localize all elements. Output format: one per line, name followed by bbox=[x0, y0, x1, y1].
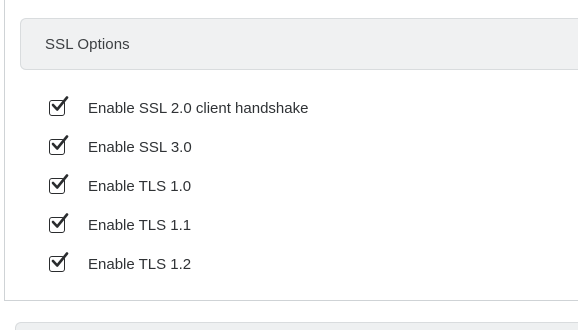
panel-header: SSL Options bbox=[20, 18, 578, 70]
next-panel-header-edge bbox=[15, 322, 578, 330]
option-ssl-3-0[interactable]: Enable SSL 3.0 bbox=[49, 135, 308, 157]
checkmark-icon bbox=[51, 96, 69, 111]
option-label: Enable TLS 1.2 bbox=[88, 255, 192, 273]
checkbox-tls-1-0[interactable] bbox=[49, 174, 69, 194]
checkmark-icon bbox=[51, 174, 69, 189]
ssl-options-list: Enable SSL 2.0 client handshake Enable S… bbox=[49, 96, 309, 293]
checkmark-icon bbox=[51, 252, 69, 267]
checkmark-icon bbox=[51, 135, 69, 150]
checkbox-ssl-2-0-client-handshake[interactable] bbox=[49, 96, 69, 116]
checkbox-tls-1-2[interactable] bbox=[49, 252, 69, 272]
option-tls-1-0[interactable]: Enable TLS 1.0 bbox=[49, 174, 308, 196]
option-ssl-2-0-client-handshake[interactable]: Enable SSL 2.0 client handshake bbox=[49, 96, 309, 118]
checkbox-tls-1-1[interactable] bbox=[49, 213, 69, 233]
checkmark-icon bbox=[51, 213, 69, 228]
checkbox-ssl-3-0[interactable] bbox=[49, 135, 69, 155]
option-label: Enable TLS 1.0 bbox=[88, 177, 192, 195]
ssl-options-panel: SSL Options Enable SSL 2.0 client handsh… bbox=[4, 0, 578, 301]
stage: SSL Options Enable SSL 2.0 client handsh… bbox=[0, 0, 578, 330]
option-label: Enable SSL 2.0 client handshake bbox=[88, 99, 309, 117]
panel-title: SSL Options bbox=[45, 36, 130, 53]
option-tls-1-2[interactable]: Enable TLS 1.2 bbox=[49, 252, 308, 274]
option-label: Enable TLS 1.1 bbox=[88, 216, 192, 234]
option-label: Enable SSL 3.0 bbox=[88, 138, 192, 156]
option-tls-1-1[interactable]: Enable TLS 1.1 bbox=[49, 213, 308, 235]
